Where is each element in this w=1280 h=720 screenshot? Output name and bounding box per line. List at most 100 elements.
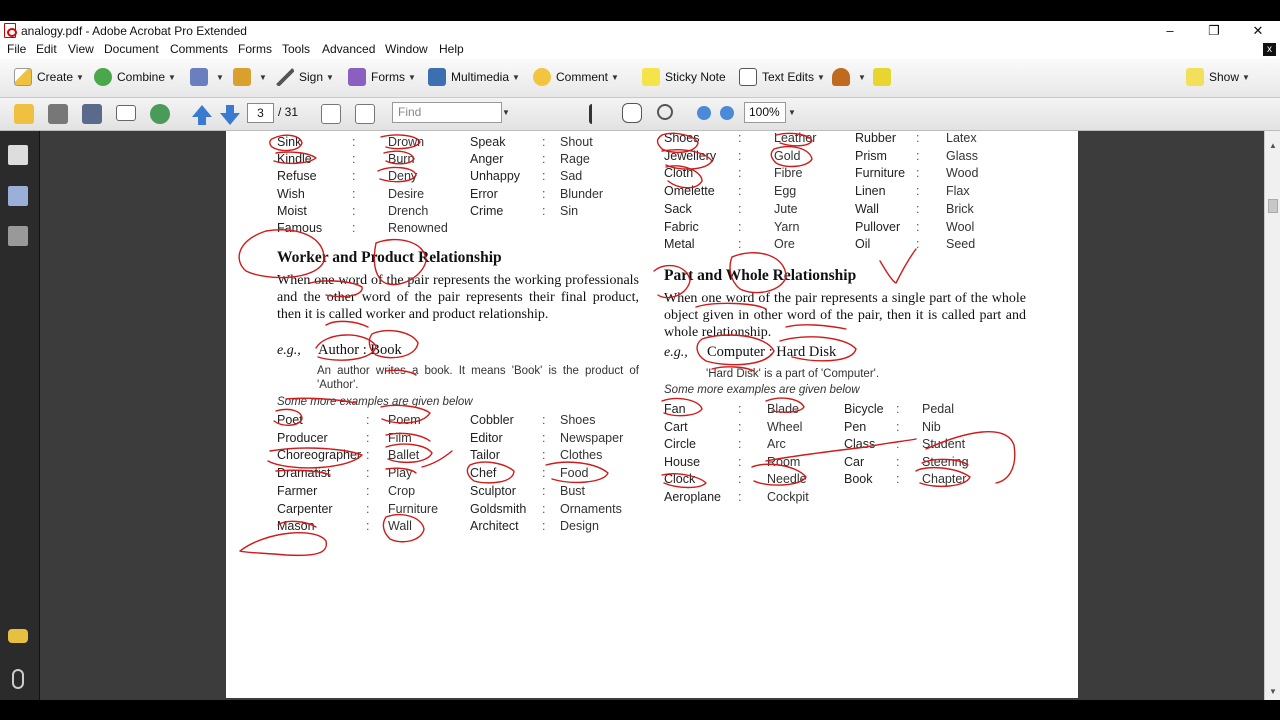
left-top-cell: Rage <box>560 152 590 167</box>
right-top-cell: : <box>738 148 742 163</box>
text-edits-button[interactable]: Text Edits ▼ <box>739 65 825 89</box>
left-ex-cell: : <box>366 466 370 481</box>
left-ex-cell: : <box>542 501 546 516</box>
forms-button[interactable]: Forms ▼ <box>348 65 416 89</box>
hand-tool-icon[interactable] <box>622 103 642 123</box>
print-icon[interactable] <box>48 104 68 124</box>
menu-tools[interactable]: Tools <box>282 42 310 56</box>
menu-document[interactable]: Document <box>104 42 159 56</box>
right-ex-cell: : <box>896 402 900 416</box>
scroll-down-icon[interactable]: ▼ <box>1269 687 1277 696</box>
minimize-button[interactable]: – <box>1148 21 1192 41</box>
forms-label: Forms <box>371 70 405 84</box>
zoom-in-icon[interactable] <box>720 106 734 120</box>
right-top-cell: : <box>916 184 920 199</box>
menu-comments[interactable]: Comments <box>170 42 228 56</box>
menu-window[interactable]: Window <box>385 42 428 56</box>
menu-help[interactable]: Help <box>439 42 464 56</box>
stamp-icon <box>832 68 850 86</box>
sign-button[interactable]: Sign ▼ <box>276 65 334 89</box>
title-bar: analogy.pdf - Adobe Acrobat Pro Extended… <box>0 21 1280 41</box>
right-ex-cell: : <box>896 454 900 469</box>
find-dropdown-icon[interactable]: ▼ <box>502 108 510 117</box>
save-icon[interactable] <box>82 104 102 124</box>
vertical-scrollbar[interactable]: ▲ ▼ <box>1264 131 1280 700</box>
fit-width-icon[interactable] <box>355 104 375 124</box>
signatures-panel-icon[interactable] <box>8 226 28 246</box>
zoom-dropdown-icon[interactable]: ▼ <box>788 108 796 117</box>
left-eg-label: e.g., <box>277 343 301 358</box>
left-ex-cell: Furniture <box>388 501 439 516</box>
multimedia-icon <box>428 68 446 86</box>
secure-button[interactable]: ▼ <box>233 65 267 89</box>
next-page-icon[interactable] <box>220 105 240 125</box>
ink-box-mason <box>239 532 328 557</box>
left-top-cell: : <box>352 152 356 167</box>
menu-view[interactable]: View <box>68 42 94 56</box>
scroll-up-icon[interactable]: ▲ <box>1269 141 1277 150</box>
zoom-out-icon[interactable] <box>697 106 711 120</box>
right-eg-label: e.g., <box>664 345 688 360</box>
menu-advanced[interactable]: Advanced <box>322 42 375 56</box>
bookmarks-panel-icon[interactable] <box>8 186 28 206</box>
pages-panel-icon[interactable] <box>8 145 28 165</box>
right-ex-cell: Blade <box>767 402 799 416</box>
left-eg-explanation: An author writes a book. It means 'Book'… <box>317 365 639 391</box>
left-top-cell: : <box>352 135 356 149</box>
zoom-level-select[interactable]: 100% <box>744 102 786 123</box>
right-ex-cell: Student <box>922 437 966 451</box>
previous-page-icon[interactable] <box>192 105 212 125</box>
open-folder-icon[interactable] <box>14 104 34 124</box>
combine-label: Combine <box>117 70 166 84</box>
email-icon[interactable] <box>116 105 136 121</box>
left-ex-cell: Choreographer <box>277 448 362 463</box>
page-number-input[interactable]: 3 <box>247 103 274 123</box>
left-ex-cell: Design <box>560 519 599 534</box>
left-ex-cell: Bust <box>560 483 586 498</box>
left-top-cell: Error <box>470 186 498 201</box>
right-ex-cell: Pen <box>844 419 867 434</box>
marquee-zoom-icon[interactable] <box>657 104 673 120</box>
left-top-cell: : <box>542 135 546 149</box>
find-input[interactable]: Find <box>392 102 502 123</box>
sticky-note-button[interactable]: Sticky Note <box>642 65 726 89</box>
right-top-cell: Sack <box>664 201 692 216</box>
right-ex-cell: Arc <box>767 437 786 451</box>
create-button[interactable]: Create ▼ <box>14 65 84 89</box>
right-top-cell: Wool <box>946 219 975 234</box>
left-ex-cell: Editor <box>470 430 503 445</box>
right-eg-pair: Computer : Hard Disk <box>707 344 837 360</box>
left-ex-cell: Play <box>388 466 413 481</box>
part-whole-heading: Part and Whole Relationship <box>664 267 857 284</box>
menu-forms[interactable]: Forms <box>238 42 272 56</box>
right-ex-cell: Room <box>767 454 801 469</box>
select-text-icon[interactable] <box>589 104 609 124</box>
combine-button[interactable]: Combine ▼ <box>94 65 176 89</box>
comment-button[interactable]: Comment ▼ <box>533 65 619 89</box>
left-top-cell: Desire <box>388 186 425 201</box>
navigation-panel <box>0 131 40 700</box>
document-close-button[interactable]: x <box>1263 43 1276 56</box>
maximize-button[interactable]: ❐ <box>1192 21 1236 41</box>
left-top-cell: Sin <box>560 203 579 218</box>
close-button[interactable]: ✕ <box>1236 21 1280 41</box>
attach-icon <box>873 68 891 86</box>
menu-file[interactable]: File <box>7 42 26 56</box>
scroll-thumb[interactable] <box>1268 199 1278 213</box>
stamp-button[interactable]: ▼ <box>832 65 866 89</box>
fit-page-icon[interactable] <box>321 104 341 124</box>
multimedia-button[interactable]: Multimedia ▼ <box>428 65 520 89</box>
comments-panel-icon[interactable] <box>8 629 28 643</box>
menu-edit[interactable]: Edit <box>36 42 57 56</box>
left-top-cell: : <box>542 203 546 218</box>
left-more-examples: Some more examples are given below <box>277 396 473 408</box>
right-ex-cell: Pedal <box>922 402 954 416</box>
show-button[interactable]: Show ▼ <box>1186 65 1250 89</box>
left-ex-cell: : <box>366 430 370 445</box>
left-ex-cell: Poet <box>277 413 303 427</box>
collaborate-button[interactable]: ▼ <box>190 65 224 89</box>
attach-file-button[interactable] <box>873 65 896 89</box>
attachments-panel-icon[interactable] <box>12 669 24 689</box>
lock-icon <box>233 68 251 86</box>
share-icon[interactable] <box>150 104 170 124</box>
